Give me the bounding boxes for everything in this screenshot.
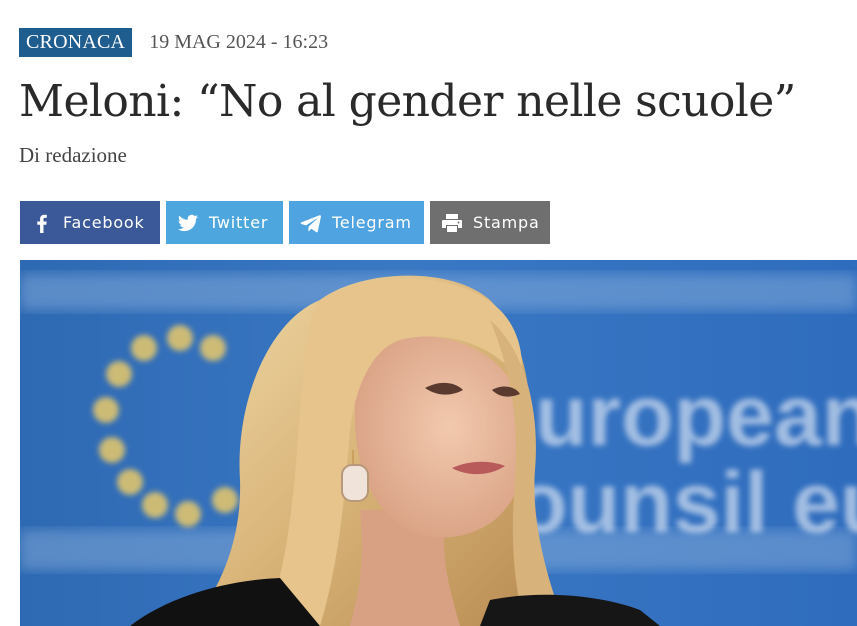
share-facebook-button[interactable]: Facebook bbox=[20, 201, 160, 244]
article-title: Meloni: “No al gender nelle scuole” bbox=[19, 76, 796, 127]
article-meta: CRONACA 19 MAG 2024 - 16:23 bbox=[19, 28, 328, 57]
print-button[interactable]: Stampa bbox=[430, 201, 550, 244]
facebook-icon bbox=[30, 211, 54, 235]
twitter-icon bbox=[176, 211, 200, 235]
share-twitter-button[interactable]: Twitter bbox=[166, 201, 283, 244]
svg-text:uropean C: uropean C bbox=[535, 368, 857, 464]
share-facebook-label: Facebook bbox=[63, 213, 145, 232]
category-badge[interactable]: CRONACA bbox=[19, 28, 133, 57]
share-telegram-button[interactable]: Telegram bbox=[289, 201, 424, 244]
telegram-icon bbox=[299, 211, 323, 235]
share-telegram-label: Telegram bbox=[332, 213, 412, 232]
printer-icon bbox=[440, 211, 464, 235]
article: CRONACA 19 MAG 2024 - 16:23 Meloni: “No … bbox=[0, 0, 857, 626]
share-twitter-label: Twitter bbox=[209, 213, 269, 232]
share-bar: Facebook Twitter Telegram Stampa bbox=[20, 201, 550, 244]
print-label: Stampa bbox=[473, 213, 540, 232]
article-photo: uropean C ounsil eu bbox=[20, 260, 857, 626]
svg-text:ounsil eu: ounsil eu bbox=[515, 455, 857, 551]
publish-date: 19 MAG 2024 - 16:23 bbox=[149, 31, 329, 53]
byline: Di redazione bbox=[19, 143, 127, 167]
